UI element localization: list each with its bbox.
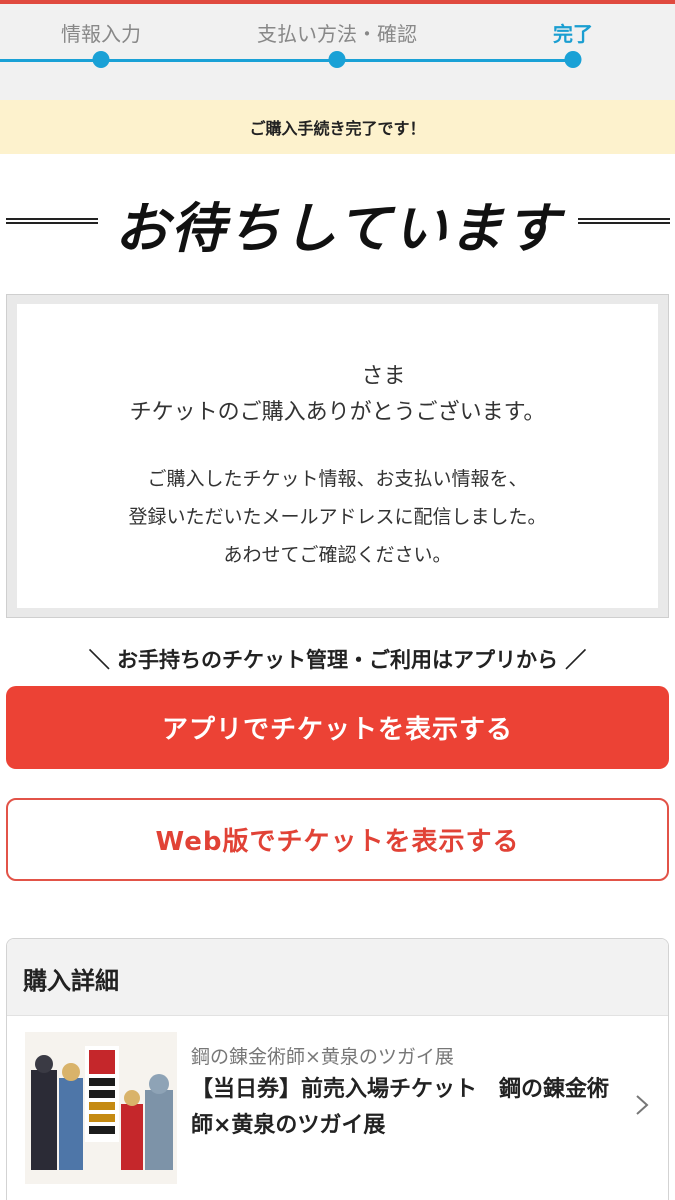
thanks-detail-line: 登録いただいたメールアドレスに配信しました。 [128,506,547,528]
event-poster-thumbnail [25,1032,177,1184]
headline-banner: お待ちしています [0,178,675,268]
app-prompt: ＼ お手持ちのチケット管理・ご利用はアプリから ／ [88,648,587,672]
step-label-complete: 完了 [553,22,593,46]
purchase-detail-card: 購入詳細 鋼の錬金術師×黄泉のツガイ展 【当日券】前売入場チケット 鋼の錬金術師… [6,938,669,1200]
step-dot-complete [564,51,582,68]
completion-notice: ご購入手続き完了です！ [0,100,675,154]
thanks-box: さま チケットのご購入ありがとうございます。 ご購入したチケット情報、お支払い情… [6,294,669,618]
thanks-detail-line: ご購入したチケット情報、お支払い情報を、 [147,468,528,490]
show-ticket-on-web-button[interactable]: Web版でチケットを表示する [6,798,669,881]
headline-text: お待ちしています [114,197,562,260]
thanks-detail-line: あわせてご確認ください。 [223,544,452,566]
purchase-item-row[interactable]: 鋼の錬金術師×黄泉のツガイ展 【当日券】前売入場チケット 鋼の錬金術師×黄泉のツ… [7,1016,668,1200]
headline-left-rule [6,218,98,224]
chevron-right-icon[interactable] [635,1094,649,1116]
purchase-detail-title: 購入詳細 [23,967,119,995]
thanks-message: チケットのご購入ありがとうございます。 [129,400,546,425]
show-ticket-in-app-button[interactable]: アプリでチケットを表示する [6,686,669,769]
step-label-info: 情報入力 [61,22,141,46]
step-track [0,59,572,62]
item-category: 鋼の錬金術師×黄泉のツガイ展 [191,1046,454,1068]
step-dot-payment [328,51,346,68]
customer-honorific: さま [361,364,406,389]
step-label-payment: 支払い方法・確認 [257,22,417,46]
step-dot-info [92,51,110,68]
purchase-detail-header: 購入詳細 [7,939,668,1016]
thanks-box-inner: さま チケットのご購入ありがとうございます。 ご購入したチケット情報、お支払い情… [17,304,658,608]
poster-illustration-icon [25,1032,177,1184]
item-title: 【当日券】前売入場チケット 鋼の錬金術師×黄泉のツガイ展 [191,1077,610,1138]
progress-stepper: 情報入力 支払い方法・確認 完了 [0,4,675,100]
headline-right-rule [578,218,670,224]
